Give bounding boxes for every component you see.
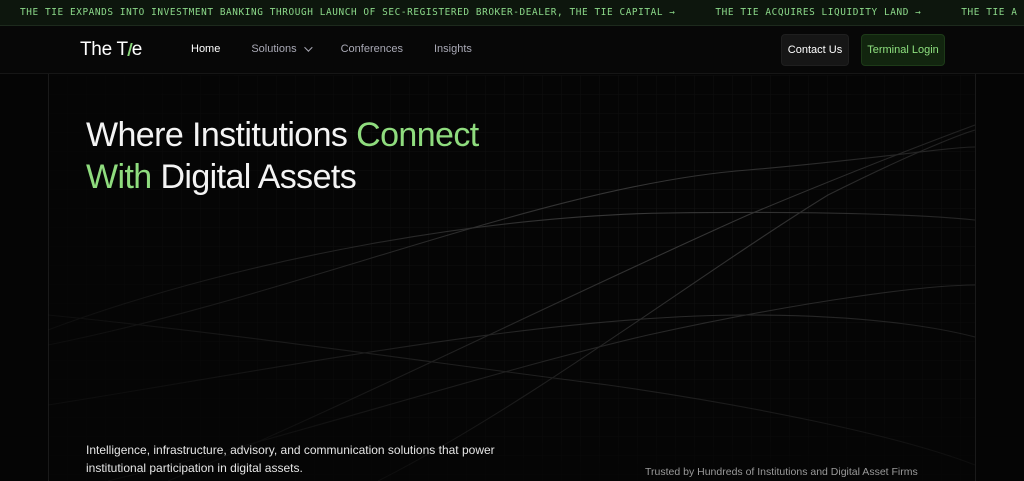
news-ticker: THE TIE EXPANDS INTO INVESTMENT BANKING … [0, 0, 1024, 26]
ticker-item[interactable]: THE TIE ACQUIRES LIQUIDITY LAND → [715, 7, 921, 18]
nav-home[interactable]: Home [191, 43, 220, 55]
nav-insights[interactable]: Insights [434, 43, 472, 55]
contact-us-button[interactable]: Contact Us [781, 34, 849, 66]
frame-line-right [975, 26, 976, 481]
hero-subtext: Intelligence, infrastructure, advisory, … [86, 443, 495, 475]
hero-headline: Where Institutions Connect With Digital … [86, 116, 479, 196]
nav-conferences[interactable]: Conferences [341, 43, 403, 55]
top-navbar: The Te Home Solutions Conferences Insigh… [0, 26, 1024, 74]
ticker-item[interactable]: THE TIE A [961, 7, 1017, 18]
trusted-by-label: Trusted by Hundreds of Institutions and … [645, 466, 918, 478]
main-nav: Home Solutions Conferences Insights [191, 43, 503, 55]
terminal-login-button[interactable]: Terminal Login [861, 34, 945, 66]
nav-solutions[interactable]: Solutions [251, 43, 313, 55]
the-tie-logo[interactable]: The Te [80, 39, 142, 61]
ticker-item[interactable]: THE TIE EXPANDS INTO INVESTMENT BANKING … [20, 7, 675, 18]
chevron-down-icon [303, 43, 313, 52]
arrow-right-icon: → [914, 7, 922, 18]
arrow-right-icon: → [669, 7, 676, 18]
